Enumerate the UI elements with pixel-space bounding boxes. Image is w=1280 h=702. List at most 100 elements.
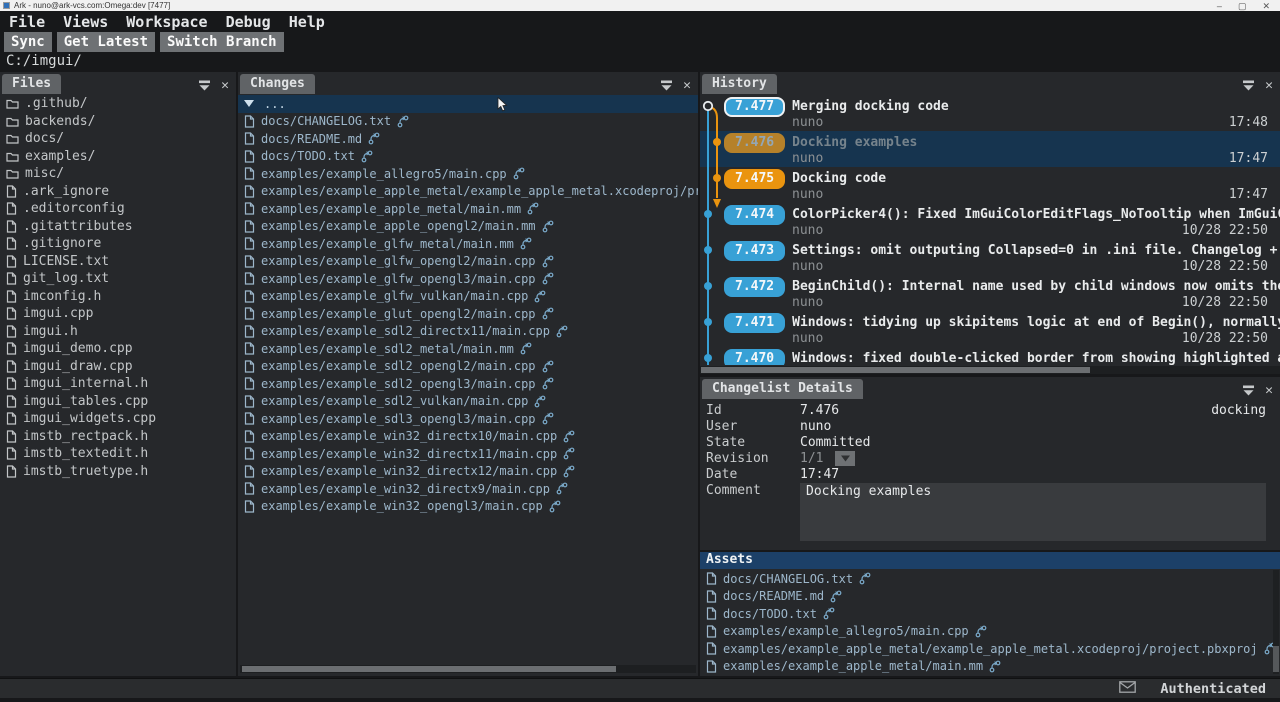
changed-file-item[interactable]: examples/example_glfw_opengl3/main.cpp bbox=[238, 270, 698, 288]
file-tree-item[interactable]: imgui_tables.cpp bbox=[0, 393, 236, 411]
changed-file-item[interactable]: examples/example_allegro5/main.cpp bbox=[238, 165, 698, 183]
files-list: .github/ backends/ docs/ examples/ misc/… bbox=[0, 95, 236, 676]
changed-file-item[interactable]: examples/example_sdl2_opengl3/main.cpp bbox=[238, 375, 698, 393]
changed-file-item[interactable]: examples/example_apple_metal/main.mm bbox=[238, 200, 698, 218]
file-tree-item[interactable]: .github/ bbox=[0, 95, 236, 113]
file-tree-item[interactable]: imgui_widgets.cpp bbox=[0, 410, 236, 428]
horizontal-scrollbar[interactable] bbox=[700, 366, 1280, 374]
menu-item[interactable]: Workspace bbox=[117, 13, 216, 31]
file-tree-item[interactable]: docs/ bbox=[0, 130, 236, 148]
toolbar-button[interactable]: Sync bbox=[4, 32, 52, 52]
changed-file-item[interactable]: examples/example_sdl3_opengl3/main.cpp bbox=[238, 410, 698, 428]
revision-dropdown[interactable] bbox=[835, 451, 855, 466]
toolbar-button[interactable]: Get Latest bbox=[57, 32, 155, 52]
file-tree-item[interactable]: examples/ bbox=[0, 148, 236, 166]
changed-file-item[interactable]: examples/example_sdl2_vulkan/main.cpp bbox=[238, 393, 698, 411]
changeset-user: nuno bbox=[792, 152, 823, 168]
file-tree-item[interactable]: git_log.txt bbox=[0, 270, 236, 288]
asset-item[interactable]: docs/CHANGELOG.txt bbox=[700, 570, 1280, 588]
filter-icon[interactable] bbox=[1242, 381, 1255, 400]
file-tree-item[interactable]: misc/ bbox=[0, 165, 236, 183]
file-tree-item[interactable]: backends/ bbox=[0, 113, 236, 131]
changed-file-item[interactable]: examples/example_win32_directx12/main.cp… bbox=[238, 463, 698, 481]
file-tree-item[interactable]: .gitattributes bbox=[0, 218, 236, 236]
changed-file-item[interactable]: examples/example_win32_directx11/main.cp… bbox=[238, 445, 698, 463]
changed-file-item[interactable]: examples/example_apple_metal/example_app… bbox=[238, 183, 698, 201]
changed-file-item[interactable]: docs/CHANGELOG.txt bbox=[238, 113, 698, 131]
scrollbar-thumb[interactable] bbox=[1273, 646, 1279, 672]
filter-icon[interactable] bbox=[1242, 76, 1255, 95]
changed-file-item[interactable]: examples/example_sdl2_directx11/main.cpp bbox=[238, 323, 698, 341]
file-tree-item[interactable]: imgui_internal.h bbox=[0, 375, 236, 393]
file-tree-item[interactable]: .gitignore bbox=[0, 235, 236, 253]
close-icon[interactable]: ✕ bbox=[683, 79, 691, 92]
changed-file-item[interactable]: docs/TODO.txt bbox=[238, 148, 698, 166]
asset-item[interactable]: docs/TODO.txt bbox=[700, 605, 1280, 623]
comment-textarea[interactable]: Docking examples bbox=[800, 483, 1266, 541]
close-icon[interactable]: ✕ bbox=[1265, 384, 1273, 397]
menu-item[interactable]: File bbox=[0, 13, 54, 31]
filter-icon[interactable] bbox=[198, 76, 211, 95]
history-entry[interactable]: 7.473 Settings: omit outputing Collapsed… bbox=[700, 239, 1280, 275]
history-entry[interactable]: 7.477 Merging docking code nuno 17:48 bbox=[700, 95, 1280, 131]
file-tree-item[interactable]: .ark_ignore bbox=[0, 183, 236, 201]
merge-status-icon bbox=[542, 412, 554, 425]
changed-file-item[interactable]: examples/example_sdl2_metal/main.mm bbox=[238, 340, 698, 358]
filter-icon[interactable] bbox=[660, 76, 673, 95]
close-button[interactable]: ✕ bbox=[1262, 1, 1270, 11]
asset-item[interactable]: examples/example_allegro5/main.cpp bbox=[700, 623, 1280, 641]
file-tree-item[interactable]: imgui_draw.cpp bbox=[0, 358, 236, 376]
changed-file-item[interactable]: examples/example_apple_opengl2/main.mm bbox=[238, 218, 698, 236]
chevron-down-icon[interactable] bbox=[244, 99, 254, 108]
horizontal-scrollbar[interactable] bbox=[240, 665, 696, 673]
changed-file-item[interactable]: examples/example_glfw_opengl2/main.cpp bbox=[238, 253, 698, 271]
file-tree-item[interactable]: imstb_truetype.h bbox=[0, 463, 236, 481]
changed-file-item[interactable]: examples/example_glfw_vulkan/main.cpp bbox=[238, 288, 698, 306]
file-tree-item[interactable]: imgui_demo.cpp bbox=[0, 340, 236, 358]
close-icon[interactable]: ✕ bbox=[1265, 79, 1273, 92]
toolbar-button[interactable]: Switch Branch bbox=[160, 32, 284, 52]
scrollbar-thumb[interactable] bbox=[242, 666, 616, 672]
history-entry[interactable]: 7.471 Windows: tidying up skipitems logi… bbox=[700, 311, 1280, 347]
asset-item[interactable]: docs/README.md bbox=[700, 588, 1280, 606]
assets-list: docs/CHANGELOG.txt docs/README.md docs/T… bbox=[700, 570, 1280, 676]
file-icon bbox=[244, 115, 255, 128]
file-name: .editorconfig bbox=[23, 201, 125, 216]
menu-item[interactable]: Debug bbox=[217, 13, 280, 31]
close-icon[interactable]: ✕ bbox=[221, 79, 229, 92]
changed-file-item[interactable]: examples/example_sdl2_opengl2/main.cpp bbox=[238, 358, 698, 376]
changed-file-item[interactable]: examples/example_win32_opengl3/main.cpp bbox=[238, 498, 698, 516]
file-tree-item[interactable]: imconfig.h bbox=[0, 288, 236, 306]
file-tree-item[interactable]: imstb_rectpack.h bbox=[0, 428, 236, 446]
history-entry[interactable]: 7.475 Docking code nuno 17:47 bbox=[700, 167, 1280, 203]
menu-item[interactable]: Views bbox=[54, 13, 117, 31]
file-tree-item[interactable]: imgui.h bbox=[0, 323, 236, 341]
changeset-time: 10/28 22:50 bbox=[1182, 260, 1268, 276]
file-tree-item[interactable]: .editorconfig bbox=[0, 200, 236, 218]
file-tree-item[interactable]: LICENSE.txt bbox=[0, 253, 236, 271]
maximize-button[interactable]: ▢ bbox=[1238, 1, 1247, 11]
changes-root-row[interactable]: ... bbox=[238, 95, 698, 113]
file-path: examples/example_glut_opengl2/main.cpp bbox=[261, 307, 536, 321]
asset-item[interactable]: examples/example_apple_opengl2/main.mm bbox=[700, 675, 1280, 676]
changeset-time: 10/28 22:50 bbox=[1182, 332, 1268, 348]
asset-item[interactable]: examples/example_apple_metal/example_app… bbox=[700, 640, 1280, 658]
menu-item[interactable]: Help bbox=[280, 13, 334, 31]
history-entry[interactable]: 7.474 ColorPicker4(): Fixed ImGuiColorEd… bbox=[700, 203, 1280, 239]
changed-file-item[interactable]: docs/README.md bbox=[238, 130, 698, 148]
history-entry[interactable]: 7.470 Windows: fixed double-clicked bord… bbox=[700, 347, 1280, 365]
vertical-scrollbar[interactable] bbox=[1273, 570, 1279, 674]
changed-file-item[interactable]: examples/example_glfw_metal/main.mm bbox=[238, 235, 698, 253]
history-entry[interactable]: 7.472 BeginChild(): Internal name used b… bbox=[700, 275, 1280, 311]
file-tree-item[interactable]: imgui.cpp bbox=[0, 305, 236, 323]
asset-item[interactable]: examples/example_apple_metal/main.mm bbox=[700, 658, 1280, 676]
file-tree-item[interactable]: imstb_textedit.h bbox=[0, 445, 236, 463]
changed-file-item[interactable]: examples/example_glut_opengl2/main.cpp bbox=[238, 305, 698, 323]
history-entry[interactable]: 7.476 Docking examples nuno 17:47 bbox=[700, 131, 1280, 167]
changed-file-item[interactable]: examples/example_win32_directx9/main.cpp bbox=[238, 480, 698, 498]
minimize-button[interactable]: – bbox=[1217, 1, 1222, 11]
scrollbar-thumb[interactable] bbox=[701, 367, 1090, 373]
file-icon bbox=[244, 360, 255, 373]
history-tab: History bbox=[702, 74, 777, 94]
changed-file-item[interactable]: examples/example_win32_directx10/main.cp… bbox=[238, 428, 698, 446]
